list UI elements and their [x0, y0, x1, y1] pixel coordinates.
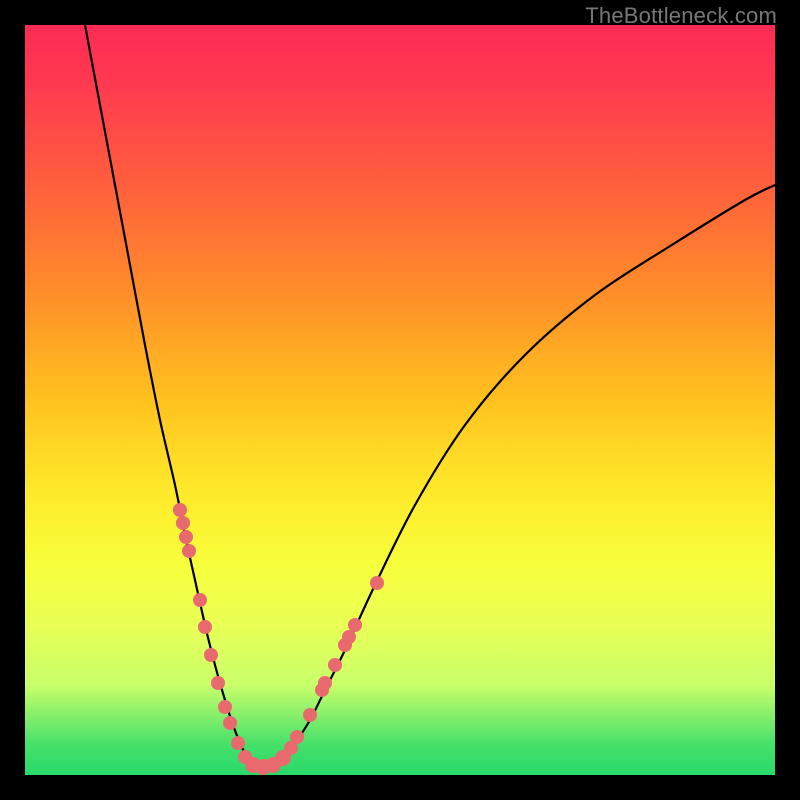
data-marker: [223, 716, 237, 730]
data-marker: [290, 730, 304, 744]
chart-frame: TheBottleneck.com: [25, 25, 775, 775]
data-marker: [182, 544, 196, 558]
data-marker: [173, 503, 187, 517]
data-marker: [342, 630, 356, 644]
data-marker: [179, 530, 193, 544]
data-marker: [193, 593, 207, 607]
data-marker: [370, 576, 384, 590]
marker-group: [173, 503, 384, 775]
data-marker: [176, 516, 190, 530]
data-marker: [318, 676, 332, 690]
data-marker: [204, 648, 218, 662]
data-marker: [231, 736, 245, 750]
chart-svg: [25, 25, 775, 775]
data-marker: [303, 708, 317, 722]
data-marker: [328, 658, 342, 672]
data-marker: [348, 618, 362, 632]
data-marker: [218, 700, 232, 714]
data-marker: [198, 620, 212, 634]
data-marker: [211, 676, 225, 690]
bottleneck-curve-path: [85, 25, 775, 767]
